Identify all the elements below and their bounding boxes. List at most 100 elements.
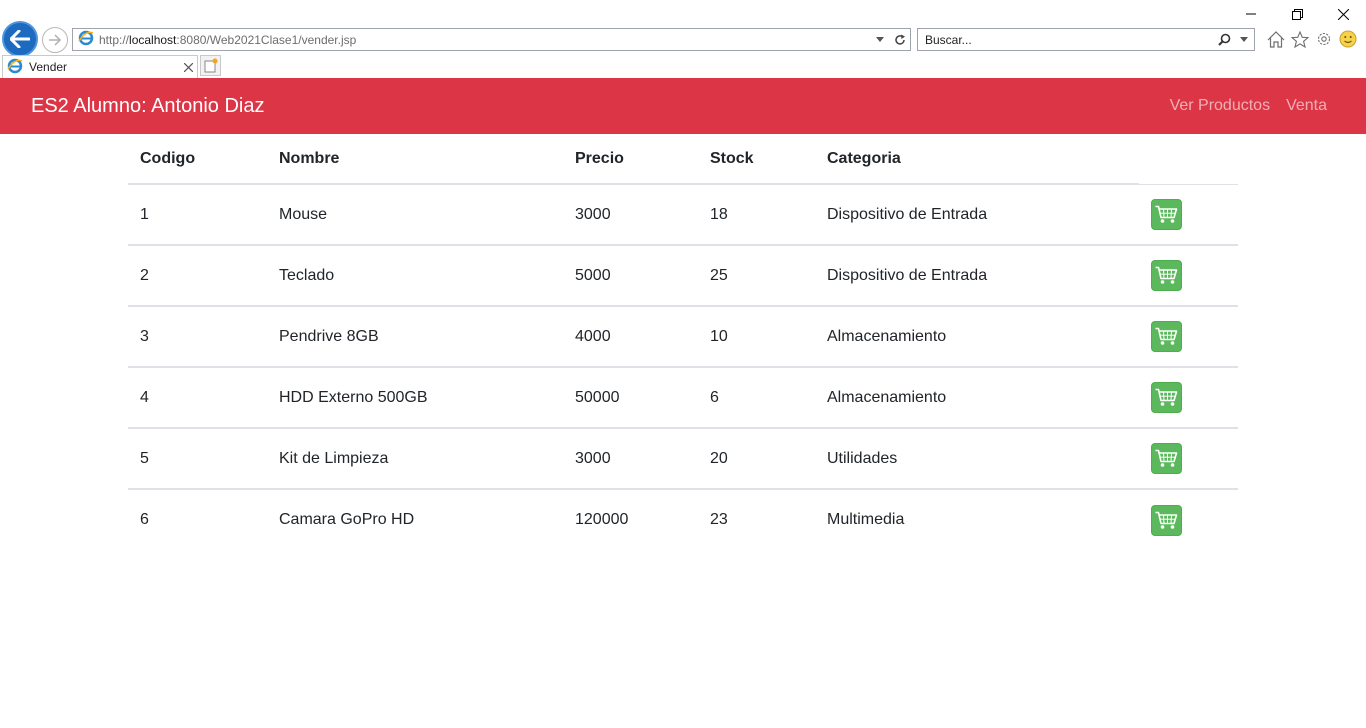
address-dropdown-button[interactable] <box>870 29 890 50</box>
cell-categoria: Almacenamiento <box>815 306 1139 368</box>
cell-stock: 18 <box>698 184 815 246</box>
cell-codigo: 5 <box>128 428 267 490</box>
cell-precio: 4000 <box>563 306 698 368</box>
tab-vender[interactable]: Vender <box>2 55 198 78</box>
cell-precio: 5000 <box>563 245 698 307</box>
products-table-container: Codigo Nombre Precio Stock Categoria 1 M… <box>128 134 1238 550</box>
settings-button[interactable] <box>1314 28 1334 50</box>
add-to-cart-button[interactable] <box>1151 443 1182 474</box>
cell-actions <box>1139 184 1238 246</box>
cart-icon <box>1155 205 1178 223</box>
refresh-icon <box>895 34 905 45</box>
cell-actions <box>1139 245 1238 307</box>
add-to-cart-button[interactable] <box>1151 504 1182 536</box>
minimize-button[interactable] <box>1228 0 1274 28</box>
header-codigo: Codigo <box>128 134 267 185</box>
restore-button[interactable] <box>1274 0 1320 28</box>
chevron-down-icon <box>876 37 884 42</box>
search-dropdown-button[interactable] <box>1234 29 1254 50</box>
cart-icon <box>1155 388 1178 406</box>
cell-codigo: 1 <box>128 184 267 246</box>
add-to-cart-button[interactable] <box>1151 321 1182 352</box>
cell-nombre: Teclado <box>267 245 563 307</box>
cell-stock: 25 <box>698 245 815 307</box>
search-box[interactable] <box>917 28 1255 51</box>
cart-icon <box>1155 449 1178 467</box>
cell-precio: 3000 <box>563 184 698 246</box>
add-to-cart-button[interactable] <box>1151 198 1182 230</box>
new-tab-button[interactable] <box>200 55 221 76</box>
cell-stock: 23 <box>710 511 728 528</box>
browser-tools <box>1266 28 1358 50</box>
forward-button[interactable] <box>42 27 68 53</box>
window-controls <box>1228 0 1366 28</box>
star-icon <box>1291 30 1309 48</box>
cell-codigo: 4 <box>128 367 267 429</box>
cart-icon <box>1155 511 1178 529</box>
header-categoria: Categoria <box>815 134 1139 185</box>
nav-links: Ver Productos Venta <box>1170 78 1327 134</box>
cart-icon <box>1155 266 1178 284</box>
url-text: http://localhost:8080/Web2021Clase1/vend… <box>99 32 357 47</box>
cell-codigo: 2 <box>128 245 267 307</box>
close-icon <box>1337 8 1349 20</box>
cell-codigo: 6 <box>140 511 149 528</box>
add-to-cart-button[interactable] <box>1151 382 1182 413</box>
favorites-button[interactable] <box>1290 28 1310 50</box>
cell-actions <box>1139 489 1238 550</box>
cell-actions <box>1139 367 1238 429</box>
cell-nombre: Pendrive 8GB <box>267 306 563 368</box>
gear-icon <box>1317 32 1331 46</box>
add-to-cart-button[interactable] <box>1151 260 1182 291</box>
cell-categoria: Utilidades <box>815 428 1139 490</box>
address-bar[interactable]: http://localhost:8080/Web2021Clase1/vend… <box>72 28 911 51</box>
products-table: Codigo Nombre Precio Stock Categoria 1 M… <box>128 134 1238 550</box>
arrow-right-icon <box>49 34 62 46</box>
table-header-row: Codigo Nombre Precio Stock Categoria <box>128 134 1238 185</box>
cell-precio: 120000 <box>575 511 629 528</box>
cell-precio: 50000 <box>563 367 698 429</box>
tab-bar: Vender <box>0 55 1366 78</box>
table-row: 6 Camara GoPro HD 120000 23 Multimedia <box>128 489 1238 550</box>
search-button[interactable] <box>1214 29 1234 50</box>
table-row: 1 Mouse 3000 18 Dispositivo de Entrada <box>128 184 1238 246</box>
home-icon <box>1267 30 1285 48</box>
cell-stock: 10 <box>698 306 815 368</box>
new-tab-icon <box>204 58 217 73</box>
search-input[interactable] <box>925 32 1214 47</box>
cell-nombre: Mouse <box>267 184 563 246</box>
close-window-button[interactable] <box>1320 0 1366 28</box>
table-row: 2 Teclado 5000 25 Dispositivo de Entrada <box>128 245 1238 307</box>
cell-codigo: 3 <box>128 306 267 368</box>
feedback-button[interactable] <box>1338 28 1358 50</box>
header-nombre: Nombre <box>267 134 563 185</box>
restore-icon <box>1291 8 1303 20</box>
header-precio: Precio <box>563 134 698 185</box>
refresh-button[interactable] <box>890 29 910 50</box>
cell-categoria: Dispositivo de Entrada <box>815 184 1139 246</box>
close-tab-button[interactable] <box>179 59 197 75</box>
cell-actions <box>1139 428 1238 490</box>
cell-actions <box>1139 306 1238 368</box>
cell-precio: 3000 <box>563 428 698 490</box>
table-row: 4 HDD Externo 500GB 50000 6 Almacenamien… <box>128 367 1238 429</box>
cell-nombre: HDD Externo 500GB <box>267 367 563 429</box>
navbar: ES2 Alumno: Antonio Diaz Ver Productos V… <box>0 78 1366 134</box>
ie-logo-icon <box>7 58 23 77</box>
minimize-icon <box>1246 13 1256 15</box>
cell-categoria: Dispositivo de Entrada <box>815 245 1139 307</box>
nav-link-venta[interactable]: Venta <box>1286 97 1327 115</box>
nav-link-ver-productos[interactable]: Ver Productos <box>1170 97 1271 115</box>
search-icon <box>1217 33 1230 46</box>
back-button[interactable] <box>2 21 38 57</box>
navbar-brand[interactable]: ES2 Alumno: Antonio Diaz <box>31 78 264 134</box>
smiley-icon <box>1339 30 1357 48</box>
cell-categoria: Multimedia <box>827 511 905 528</box>
close-icon <box>183 62 193 73</box>
browser-chrome: http://localhost:8080/Web2021Clase1/vend… <box>0 0 1366 78</box>
cell-nombre: Camara GoPro HD <box>279 511 415 528</box>
cell-stock: 20 <box>698 428 815 490</box>
chevron-down-icon <box>1240 37 1248 42</box>
ie-logo-icon <box>78 30 94 49</box>
home-button[interactable] <box>1266 28 1286 50</box>
